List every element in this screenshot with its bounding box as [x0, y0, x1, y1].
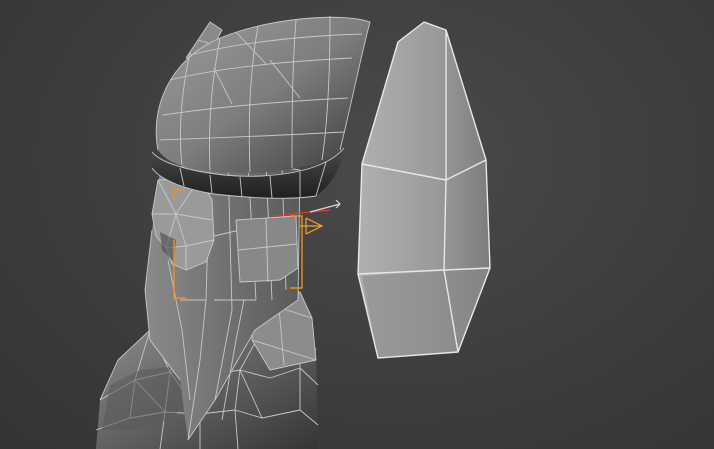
viewport-canvas[interactable]: [0, 0, 714, 449]
character-model[interactable]: [95, 15, 371, 449]
selected-gem-panel[interactable]: [357, 21, 491, 359]
3d-viewport[interactable]: [0, 0, 714, 449]
helmet: [155, 15, 371, 173]
chin-plate: [235, 215, 299, 283]
